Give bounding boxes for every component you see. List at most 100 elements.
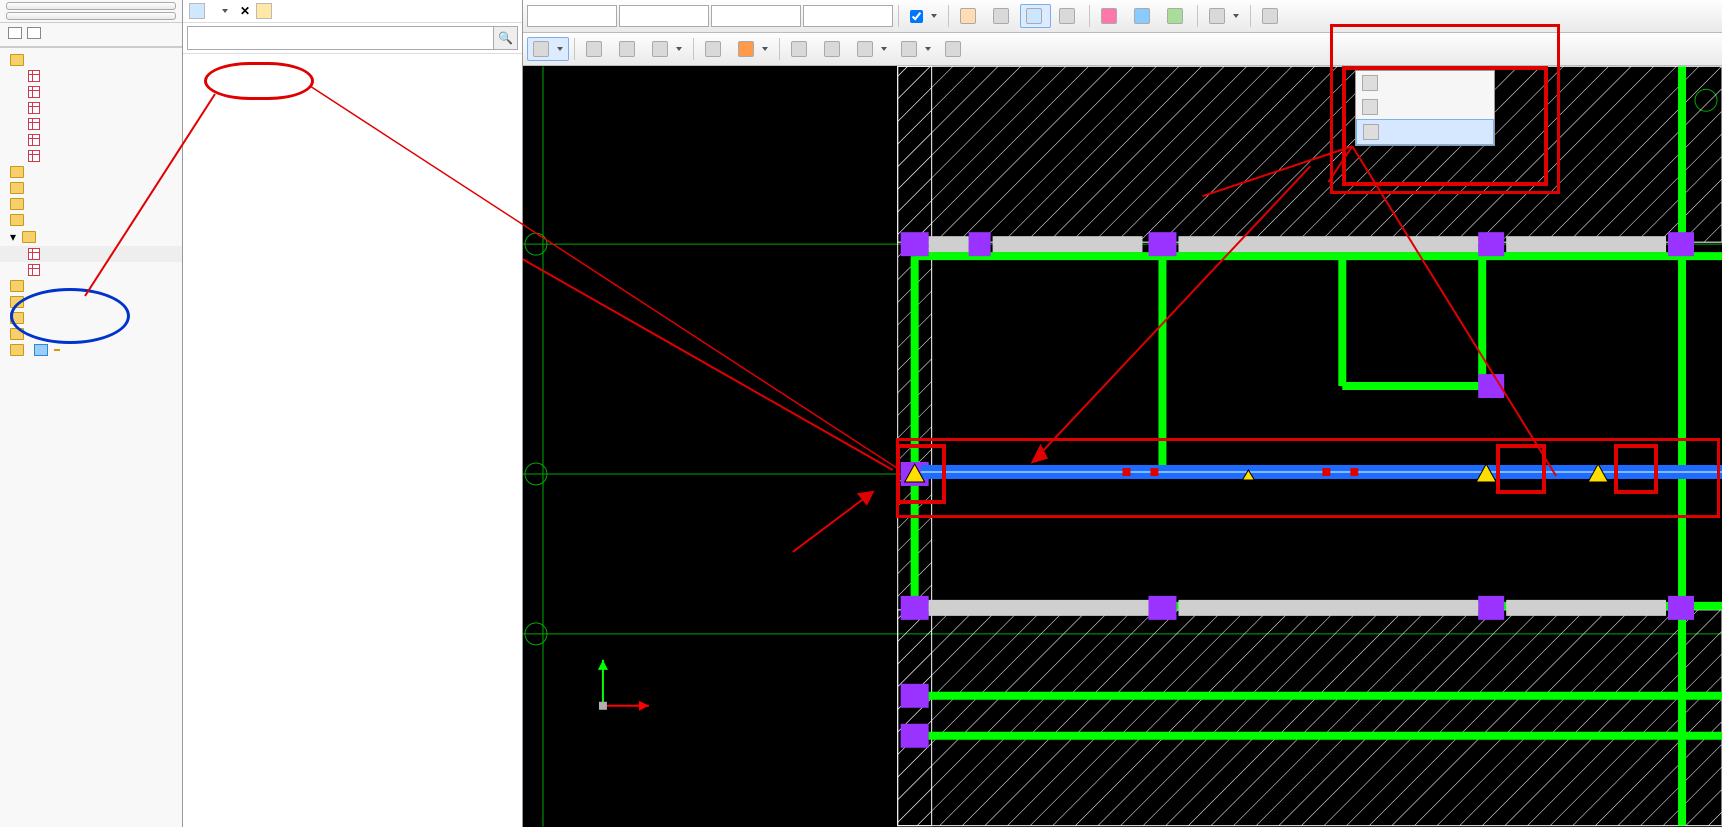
search-bar: 🔍 bbox=[183, 23, 522, 54]
category2-combo[interactable] bbox=[711, 5, 801, 27]
line-icon bbox=[586, 41, 602, 57]
component-tree[interactable] bbox=[183, 54, 522, 827]
menu-respan[interactable] bbox=[1356, 71, 1494, 95]
folder-icon bbox=[10, 166, 24, 178]
erase-icon bbox=[1262, 8, 1278, 24]
attr-button[interactable] bbox=[954, 4, 985, 28]
tree-item-beam[interactable] bbox=[0, 246, 182, 262]
tree-item-beam-l[interactable] bbox=[0, 132, 182, 148]
pick-button[interactable] bbox=[1053, 4, 1084, 28]
left-panel: ▾ bbox=[0, 0, 183, 827]
arc3-button[interactable] bbox=[646, 37, 688, 61]
delete-support-icon bbox=[1362, 99, 1378, 115]
search-input[interactable] bbox=[187, 26, 494, 50]
tree-item-slab[interactable] bbox=[0, 148, 182, 164]
aux3pt-button[interactable] bbox=[1203, 4, 1245, 28]
tree-item-wall[interactable] bbox=[0, 116, 182, 132]
component-combo[interactable] bbox=[803, 5, 893, 27]
delete-button[interactable]: ✕ bbox=[240, 4, 250, 18]
copy-icon[interactable] bbox=[256, 3, 272, 19]
folder-wall[interactable] bbox=[0, 196, 182, 212]
expand-icon[interactable] bbox=[27, 27, 41, 39]
rebar-button[interactable] bbox=[987, 4, 1018, 28]
drawing-svg bbox=[523, 66, 1722, 827]
attr-icon bbox=[960, 8, 976, 24]
mark-icon bbox=[824, 41, 840, 57]
new-badge bbox=[54, 349, 60, 351]
folder-icon bbox=[10, 344, 24, 356]
twopoint-icon bbox=[1101, 8, 1117, 24]
line-button[interactable] bbox=[580, 37, 611, 61]
list-icon bbox=[1026, 8, 1042, 24]
twopoint-button[interactable] bbox=[1095, 4, 1126, 28]
grid-icon bbox=[28, 118, 40, 130]
tree-item-ringbeam[interactable] bbox=[0, 262, 182, 278]
tab-project-settings[interactable] bbox=[6, 2, 176, 10]
folder-icon bbox=[10, 214, 24, 226]
respan-icon bbox=[857, 41, 873, 57]
component-list-button[interactable] bbox=[1020, 4, 1051, 28]
main-area bbox=[523, 0, 1722, 827]
category-tree: ▾ bbox=[0, 47, 182, 767]
smart-icon bbox=[738, 41, 754, 57]
smart-button[interactable] bbox=[732, 37, 774, 61]
pointangle-button[interactable] bbox=[1161, 4, 1192, 28]
copyspan-button[interactable] bbox=[895, 37, 937, 61]
folder-icon bbox=[10, 182, 24, 194]
folder-axis[interactable] bbox=[0, 164, 182, 180]
parallel-icon bbox=[1134, 8, 1150, 24]
ptlen-icon bbox=[619, 41, 635, 57]
grid-icon bbox=[28, 150, 40, 162]
mid-toolbar: ✕ bbox=[183, 0, 522, 23]
folder-cad[interactable] bbox=[0, 342, 182, 358]
span-icon bbox=[791, 41, 807, 57]
ptlen-button[interactable] bbox=[613, 37, 644, 61]
tree-item-raft[interactable] bbox=[0, 84, 182, 100]
folder-slab[interactable] bbox=[0, 278, 182, 294]
component-list-panel: ✕ 🔍 bbox=[183, 0, 523, 827]
grid-icon bbox=[28, 134, 40, 146]
rect-button[interactable] bbox=[699, 37, 730, 61]
new-button[interactable] bbox=[211, 5, 234, 17]
folder-icon bbox=[10, 54, 24, 66]
grid-icon bbox=[28, 102, 40, 114]
tree-item-axis[interactable] bbox=[0, 68, 182, 84]
batch-button[interactable] bbox=[939, 37, 970, 61]
folder-column[interactable] bbox=[0, 180, 182, 196]
pencil-icon bbox=[993, 8, 1009, 24]
respan-button[interactable] bbox=[851, 37, 893, 61]
floor-combo[interactable] bbox=[527, 5, 617, 27]
cad-canvas[interactable] bbox=[523, 66, 1722, 827]
folder-icon bbox=[22, 231, 36, 243]
new-doc-icon[interactable] bbox=[189, 3, 205, 19]
folder-foundation[interactable] bbox=[0, 294, 182, 310]
category1-combo[interactable] bbox=[619, 5, 709, 27]
menu-set-support[interactable] bbox=[1356, 119, 1494, 145]
folder-custom[interactable] bbox=[0, 326, 182, 342]
search-icon[interactable]: 🔍 bbox=[494, 26, 518, 50]
tree-root-common[interactable] bbox=[0, 52, 182, 68]
origin-button[interactable] bbox=[818, 37, 849, 61]
cad-extra-icon bbox=[34, 344, 48, 356]
respan-icon bbox=[1362, 75, 1378, 91]
collapse-icon[interactable] bbox=[8, 27, 22, 39]
layer-checkbox[interactable] bbox=[910, 10, 923, 23]
toolbar-draw bbox=[523, 33, 1722, 66]
span-attr-button[interactable] bbox=[785, 37, 816, 61]
angle-icon bbox=[1167, 8, 1183, 24]
aux-icon bbox=[1209, 8, 1225, 24]
parallel-button[interactable] bbox=[1128, 4, 1159, 28]
menu-delete-support[interactable] bbox=[1356, 95, 1494, 119]
layer-toggle[interactable] bbox=[904, 6, 943, 27]
delete-aux-button[interactable] bbox=[1256, 4, 1287, 28]
folder-beam[interactable]: ▾ bbox=[0, 228, 182, 246]
respan-menu bbox=[1355, 70, 1495, 146]
cursor-icon bbox=[533, 41, 549, 57]
folder-other[interactable] bbox=[0, 310, 182, 326]
tree-item-column[interactable] bbox=[0, 100, 182, 116]
tab-draw-input[interactable] bbox=[6, 12, 176, 20]
folder-opening[interactable] bbox=[0, 212, 182, 228]
folder-icon bbox=[10, 312, 24, 324]
folder-icon bbox=[10, 198, 24, 210]
select-button[interactable] bbox=[527, 37, 569, 61]
